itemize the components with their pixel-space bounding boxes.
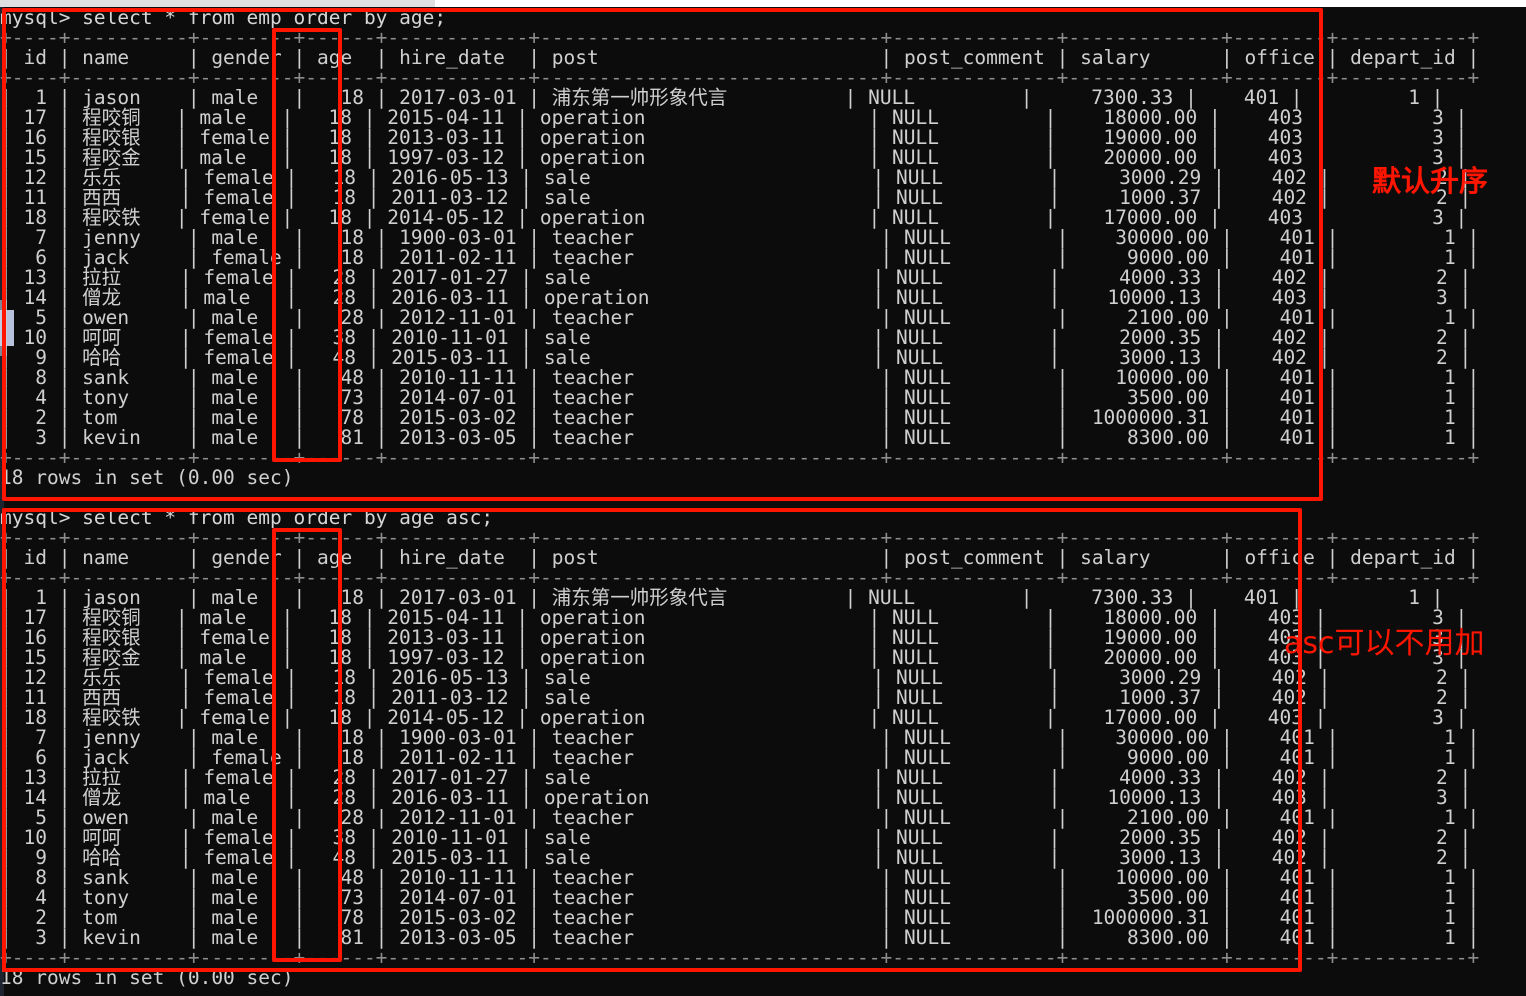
table-row: | 16 | 程咬银 | female | 18 | 2013-03-11 | …	[0, 126, 1468, 149]
table-rule-header: +----+----------+--------+------+-------…	[0, 566, 1480, 589]
table-row: | 9 | 哈哈 | female | 48 | 2015-03-11 | sa…	[0, 846, 1472, 869]
table-rule-bottom: +----+----------+--------+------+-------…	[0, 446, 1480, 469]
table-row: | 18 | 程咬铁 | female | 18 | 2014-05-12 | …	[0, 206, 1468, 229]
sql-prompt-line: mysql> select * from emp order by age;	[0, 6, 447, 29]
table-rule-bottom: +----+----------+--------+------+-------…	[0, 946, 1480, 969]
table-row: | 5 | owen | male | 28 | 2012-11-01 | te…	[0, 306, 1480, 329]
annotation-label-1: 默认升序	[1372, 164, 1489, 198]
table-row: | 4 | tony | male | 73 | 2014-07-01 | te…	[0, 386, 1480, 409]
table-row: | 2 | tom | male | 78 | 2015-03-02 | tea…	[0, 406, 1480, 429]
table-row: | 7 | jenny | male | 18 | 1900-03-01 | t…	[0, 726, 1480, 749]
query-block-1: mysql> select * from emp order by age; +-…	[0, 8, 1526, 488]
table-row: | 8 | sank | male | 48 | 2010-11-11 | te…	[0, 366, 1480, 389]
table-row: | 14 | 僧龙 | male | 28 | 2016-03-11 | ope…	[0, 286, 1472, 309]
query-block-2: mysql> select * from emp order by age as…	[0, 508, 1526, 988]
rows-in-set-status: 18 rows in set (0.00 sec)	[0, 966, 294, 989]
table-row: | 5 | owen | male | 28 | 2012-11-01 | te…	[0, 806, 1480, 829]
table-row: | 2 | tom | male | 78 | 2015-03-02 | tea…	[0, 906, 1480, 929]
terminal-screen: mysql> select * from emp order by age; +-…	[0, 0, 1526, 996]
table-row: | 17 | 程咬铜 | male | 18 | 2015-04-11 | op…	[0, 106, 1468, 129]
table-rule-top: +----+----------+--------+------+-------…	[0, 26, 1480, 49]
table-row: | 15 | 程咬金 | male | 18 | 1997-03-12 | op…	[0, 146, 1468, 169]
table-row: | 10 | 呵呵 | female | 38 | 2010-11-01 | s…	[0, 826, 1472, 849]
table-row: | 1 | jason | male | 18 | 2017-03-01 | 浦…	[0, 586, 1444, 609]
table-row: | 13 | 拉拉 | female | 28 | 2017-01-27 | s…	[0, 266, 1472, 289]
table-row: | 18 | 程咬铁 | female | 18 | 2014-05-12 | …	[0, 706, 1468, 729]
table-row: | 6 | jack | female | 18 | 2011-02-11 | …	[0, 246, 1480, 269]
table-row: | 11 | 西西 | female | 18 | 2011-03-12 | s…	[0, 686, 1472, 709]
table-header-row: | id | name | gender | age | hire_date |…	[0, 46, 1480, 69]
annotation-label-2: asc可以不用加	[1284, 626, 1485, 661]
table-row: | 7 | jenny | male | 18 | 1900-03-01 | t…	[0, 226, 1480, 249]
table-row: | 10 | 呵呵 | female | 38 | 2010-11-01 | s…	[0, 326, 1472, 349]
sql-prompt-line: mysql> select * from emp order by age as…	[0, 506, 494, 529]
table-rule-header: +----+----------+--------+------+-------…	[0, 66, 1480, 89]
table-row: | 6 | jack | female | 18 | 2011-02-11 | …	[0, 746, 1480, 769]
table-row: | 4 | tony | male | 73 | 2014-07-01 | te…	[0, 886, 1480, 909]
table-row: | 14 | 僧龙 | male | 28 | 2016-03-11 | ope…	[0, 786, 1472, 809]
table-row: | 8 | sank | male | 48 | 2010-11-11 | te…	[0, 866, 1480, 889]
table-row: | 3 | kevin | male | 81 | 2013-03-05 | t…	[0, 926, 1480, 949]
table-row: | 12 | 乐乐 | female | 18 | 2016-05-13 | s…	[0, 166, 1472, 189]
table-row: | 11 | 西西 | female | 18 | 2011-03-12 | s…	[0, 186, 1472, 209]
table-row: | 12 | 乐乐 | female | 18 | 2016-05-13 | s…	[0, 666, 1472, 689]
table-row: | 1 | jason | male | 18 | 2017-03-01 | 浦…	[0, 86, 1444, 109]
table-header-row: | id | name | gender | age | hire_date |…	[0, 546, 1480, 569]
rows-in-set-status: 18 rows in set (0.00 sec)	[0, 466, 294, 489]
table-row: | 9 | 哈哈 | female | 48 | 2015-03-11 | sa…	[0, 346, 1472, 369]
table-row: | 3 | kevin | male | 81 | 2013-03-05 | t…	[0, 426, 1480, 449]
table-rule-top: +----+----------+--------+------+-------…	[0, 526, 1480, 549]
table-row: | 13 | 拉拉 | female | 28 | 2017-01-27 | s…	[0, 766, 1472, 789]
